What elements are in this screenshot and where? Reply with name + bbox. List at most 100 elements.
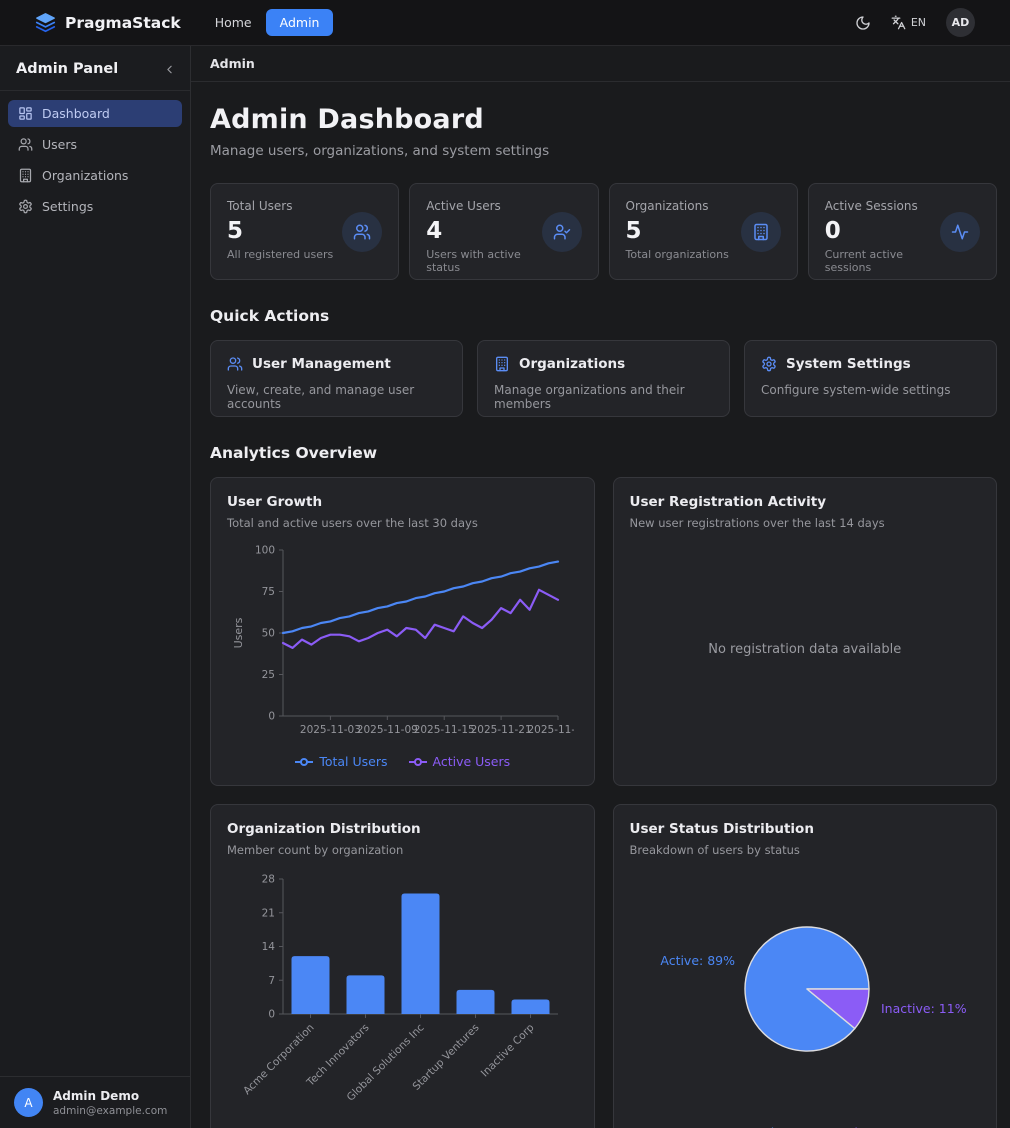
- svg-text:7: 7: [268, 975, 275, 987]
- building-icon: [741, 212, 781, 252]
- languages-icon: [891, 15, 906, 30]
- svg-text:50: 50: [262, 628, 275, 640]
- legend-label: Total Users: [319, 754, 387, 769]
- svg-text:Inactive: 11%: Inactive: 11%: [881, 1001, 967, 1016]
- user-growth-line-chart: 02550751002025-11-032025-11-092025-11-15…: [227, 540, 578, 750]
- chart-subtitle: Member count by organization: [227, 843, 578, 857]
- users-icon: [18, 137, 33, 152]
- action-description: Manage organizations and their members: [494, 383, 713, 411]
- empty-state-message: No registration data available: [708, 642, 901, 657]
- stat-card-total-users: Total Users 5 All registered users: [210, 183, 399, 280]
- chart-title: Organization Distribution: [227, 821, 578, 837]
- sidebar-user-card[interactable]: A Admin Demo admin@example.com: [0, 1076, 190, 1128]
- sidebar-item-label: Settings: [42, 199, 93, 214]
- svg-text:2025-11-03: 2025-11-03: [300, 724, 361, 736]
- users-icon: [227, 356, 243, 372]
- dashboard-icon: [18, 106, 33, 121]
- svg-text:Active: 89%: Active: 89%: [661, 953, 736, 968]
- user-check-icon: [542, 212, 582, 252]
- brand-name: PragmaStack: [65, 14, 181, 32]
- top-navbar: PragmaStack Home Admin EN AD: [0, 0, 1010, 46]
- chart-subtitle: Total and active users over the last 30 …: [227, 516, 578, 530]
- analytics-heading: Analytics Overview: [210, 444, 997, 462]
- building-icon: [18, 168, 33, 183]
- chart-card-org-distribution: Organization Distribution Member count b…: [210, 804, 595, 1128]
- sidebar-nav: Dashboard Users Organiza: [0, 91, 190, 233]
- svg-text:25: 25: [262, 669, 275, 681]
- legend-item-active-users[interactable]: Active Users: [408, 754, 511, 769]
- main-content: Admin Admin Dashboard Manage users, orga…: [191, 46, 1010, 1128]
- action-title: System Settings: [786, 356, 911, 372]
- chevron-left-icon: [163, 63, 176, 76]
- chart-subtitle: Breakdown of users by status: [630, 843, 981, 857]
- chart-card-registration-activity: User Registration Activity New user regi…: [613, 477, 998, 786]
- line-legend-marker-icon: [408, 757, 428, 767]
- language-label: EN: [911, 16, 926, 29]
- svg-text:14: 14: [262, 941, 276, 953]
- stat-description: Users with active status: [426, 248, 541, 274]
- action-card-system-settings[interactable]: System Settings Configure system-wide se…: [744, 340, 997, 417]
- main-nav: Home Admin: [215, 9, 334, 36]
- gear-icon: [761, 356, 777, 372]
- svg-text:28: 28: [262, 874, 275, 886]
- stat-value: 0: [825, 218, 940, 244]
- sidebar-item-organizations[interactable]: Organizations: [8, 162, 182, 189]
- sidebar-item-dashboard[interactable]: Dashboard: [8, 100, 182, 127]
- svg-text:2025-11-15: 2025-11-15: [414, 724, 475, 736]
- stat-label: Total Users: [227, 199, 333, 213]
- chart-card-user-growth: User Growth Total and active users over …: [210, 477, 595, 786]
- sidebar-item-settings[interactable]: Settings: [8, 193, 182, 220]
- svg-text:Inactive Corp: Inactive Corp: [479, 1021, 537, 1079]
- breadcrumb[interactable]: Admin: [210, 56, 255, 71]
- action-card-organizations[interactable]: Organizations Manage organizations and t…: [477, 340, 730, 417]
- svg-text:Acme Corporation: Acme Corporation: [241, 1022, 317, 1098]
- nav-link-home[interactable]: Home: [215, 15, 252, 30]
- svg-text:2025-11-27: 2025-11-27: [527, 724, 574, 736]
- moon-icon: [855, 15, 871, 31]
- action-title: User Management: [252, 356, 391, 372]
- chart-title: User Status Distribution: [630, 821, 981, 837]
- users-icon: [342, 212, 382, 252]
- svg-text:100: 100: [255, 545, 275, 557]
- theme-toggle-button[interactable]: [855, 15, 871, 31]
- line-legend-marker-icon: [294, 757, 314, 767]
- stats-grid: Total Users 5 All registered users Activ…: [210, 183, 997, 280]
- user-avatar[interactable]: AD: [946, 8, 975, 37]
- gear-icon: [18, 199, 33, 214]
- activity-icon: [940, 212, 980, 252]
- svg-text:0: 0: [268, 711, 275, 723]
- sidebar-item-label: Users: [42, 137, 77, 152]
- user-initial-avatar: A: [14, 1088, 43, 1117]
- stat-value: 5: [626, 218, 729, 244]
- sidebar-item-label: Organizations: [42, 168, 128, 183]
- stat-card-active-sessions: Active Sessions 0 Current active session…: [808, 183, 997, 280]
- action-card-user-management[interactable]: User Management View, create, and manage…: [210, 340, 463, 417]
- brand[interactable]: PragmaStack: [35, 12, 181, 33]
- nav-link-admin[interactable]: Admin: [266, 9, 334, 36]
- quick-actions-grid: User Management View, create, and manage…: [210, 340, 997, 417]
- sidebar-collapse-button[interactable]: [163, 63, 176, 76]
- stat-label: Organizations: [626, 199, 729, 213]
- stat-card-organizations: Organizations 5 Total organizations: [609, 183, 798, 280]
- stat-label: Active Sessions: [825, 199, 940, 213]
- stat-description: All registered users: [227, 248, 333, 261]
- org-distribution-bar-chart: 07142128Acme CorporationTech InnovatorsG…: [227, 867, 578, 1113]
- sidebar-item-label: Dashboard: [42, 106, 110, 121]
- sidebar-title: Admin Panel: [16, 61, 118, 77]
- chart-card-user-status: User Status Distribution Breakdown of us…: [613, 804, 998, 1128]
- legend-item-total-users[interactable]: Total Users: [294, 754, 387, 769]
- language-selector[interactable]: EN: [891, 15, 926, 30]
- page-subtitle: Manage users, organizations, and system …: [210, 143, 997, 159]
- quick-actions-heading: Quick Actions: [210, 307, 997, 325]
- sidebar-item-users[interactable]: Users: [8, 131, 182, 158]
- svg-text:21: 21: [262, 907, 275, 919]
- stat-card-active-users: Active Users 4 Users with active status: [409, 183, 598, 280]
- action-title: Organizations: [519, 356, 625, 372]
- chart-title: User Growth: [227, 494, 578, 510]
- stat-value: 5: [227, 218, 333, 244]
- stat-description: Total organizations: [626, 248, 729, 261]
- chart-subtitle: New user registrations over the last 14 …: [630, 516, 981, 530]
- stat-description: Current active sessions: [825, 248, 940, 274]
- stat-label: Active Users: [426, 199, 541, 213]
- charts-grid: User Growth Total and active users over …: [210, 477, 997, 1128]
